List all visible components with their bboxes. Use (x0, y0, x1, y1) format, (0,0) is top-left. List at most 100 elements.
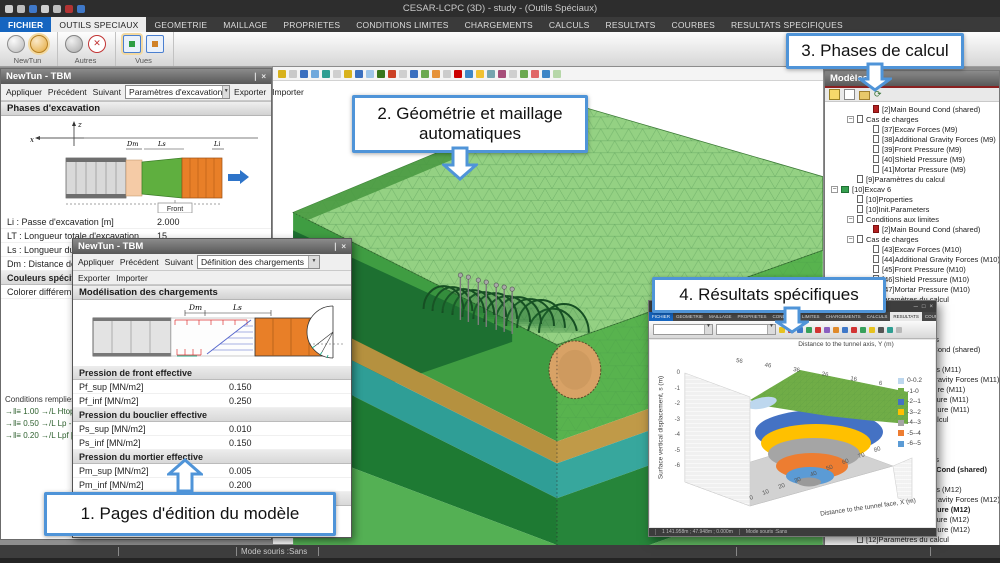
view-toolbar-icon[interactable] (542, 70, 550, 78)
view-toolbar-icon[interactable] (454, 70, 462, 78)
newtun-tool-icon[interactable] (30, 35, 48, 53)
quick-access-icon[interactable] (17, 5, 25, 13)
pressure-row[interactable]: Pf_inf [MN/m2] 0.250 (73, 394, 351, 408)
export-button[interactable]: Exporter (76, 273, 112, 283)
results-menu-tab[interactable]: CALCULS (864, 312, 891, 321)
view-toolbar-icon[interactable] (410, 70, 418, 78)
view-toolbar-icon[interactable] (432, 70, 440, 78)
dialog-title-bar[interactable]: NewTun - TBM ∣× (73, 239, 351, 254)
view-toolbar-icon[interactable] (333, 70, 341, 78)
menu-tab[interactable]: CALCULS (541, 17, 598, 32)
results-menu-tab[interactable]: RESULTATS (890, 312, 922, 321)
results-toolbar-icon[interactable] (878, 327, 884, 333)
tree-item[interactable]: [41]Mortar Pressure (M9) (825, 164, 999, 174)
view-toolbar-icon[interactable] (300, 70, 308, 78)
chevron-down-icon[interactable] (308, 256, 319, 268)
view-tool-icon[interactable] (123, 35, 141, 53)
quick-access-icon[interactable] (29, 5, 37, 13)
results-toolbar-icon[interactable] (896, 327, 902, 333)
pressure-row[interactable]: Pression du mortier effective (73, 450, 351, 464)
chevron-down-icon[interactable] (767, 325, 775, 334)
pressure-row[interactable]: Pression de front effective (73, 366, 351, 380)
results-menu-tab[interactable]: CHARGEMENTS (823, 312, 864, 321)
view-toolbar-icon[interactable] (344, 70, 352, 78)
view-toolbar-icon[interactable] (553, 70, 561, 78)
view-toolbar-icon[interactable] (487, 70, 495, 78)
window-button[interactable]: × (929, 304, 933, 310)
menu-tab[interactable]: OUTILS SPECIAUX (51, 17, 146, 32)
newtun-tool-icon[interactable] (7, 35, 25, 53)
previous-button[interactable]: Précédent (118, 257, 161, 267)
view-toolbar-icon[interactable] (322, 70, 330, 78)
view-toolbar-icon[interactable] (476, 70, 484, 78)
tree-item[interactable]: [38]Additional Gravity Forces (M9) (825, 134, 999, 144)
chevron-down-icon[interactable] (704, 325, 712, 334)
folder-icon[interactable] (859, 91, 870, 100)
panel-title-bar[interactable]: NewTun - TBM ∣× (1, 69, 271, 84)
collapse-icon[interactable] (847, 116, 854, 123)
view-toolbar-icon[interactable] (289, 70, 297, 78)
page-select-combo[interactable]: Paramètres d'excavation (125, 85, 230, 99)
view-toolbar-icon[interactable] (421, 70, 429, 78)
page-select-combo[interactable]: Définition des chargements (197, 255, 320, 269)
tree-item[interactable]: [9]Paramètres du calcul (825, 174, 999, 184)
next-button[interactable]: Suivant (91, 87, 123, 97)
close-icon[interactable]: × (341, 242, 346, 251)
pin-icon[interactable]: ∣ (253, 72, 257, 81)
menu-tab[interactable]: MAILLAGE (215, 17, 275, 32)
tree-item[interactable]: [2]Main Bound Cond (shared) (825, 224, 999, 234)
view-toolbar-icon[interactable] (366, 70, 374, 78)
pressure-row[interactable]: Pression du bouclier effective (73, 408, 351, 422)
results-toolbar-icon[interactable] (887, 327, 893, 333)
view-toolbar-icon[interactable] (355, 70, 363, 78)
menu-tab[interactable]: COURBES (664, 17, 723, 32)
tree-item[interactable]: [39]Front Pressure (M9) (825, 144, 999, 154)
view-toolbar-icon[interactable] (509, 70, 517, 78)
tree-item[interactable]: [44]Additional Gravity Forces (M10) (825, 254, 999, 264)
results-menu-tab[interactable]: GEOMETRIE (673, 312, 706, 321)
results-toolbar-icon[interactable] (860, 327, 866, 333)
quick-access-icon[interactable] (5, 5, 13, 13)
results-toolbar-icon[interactable] (842, 327, 848, 333)
import-button[interactable]: Importer (114, 273, 150, 283)
menu-tab[interactable]: CONDITIONS LIMITES (348, 17, 456, 32)
export-button[interactable]: Exporter (232, 87, 268, 97)
tree-item[interactable]: [37]Excav Forces (M9) (825, 124, 999, 134)
autres-tool-icon[interactable] (65, 35, 83, 53)
parameter-row[interactable]: Li : Passe d'excavation [m] 2.000 (1, 215, 271, 229)
quick-access-icon[interactable] (53, 5, 61, 13)
view-toolbar-icon[interactable] (520, 70, 528, 78)
tree-item[interactable]: Conditions aux limites (825, 214, 999, 224)
results-menu-tab[interactable]: MAILLAGE (706, 312, 735, 321)
view-toolbar-icon[interactable] (311, 70, 319, 78)
view-toolbar-icon[interactable] (465, 70, 473, 78)
pressure-row[interactable]: Pm_sup [MN/m2] 0.005 (73, 464, 351, 478)
apply-button[interactable]: Appliquer (4, 87, 44, 97)
view-toolbar-icon[interactable] (531, 70, 539, 78)
previous-button[interactable]: Précédent (46, 87, 89, 97)
view-toolbar-icon[interactable] (388, 70, 396, 78)
menu-tab[interactable]: GEOMETRIE (146, 17, 215, 32)
tree-item[interactable]: Cas de charges (825, 114, 999, 124)
view-toolbar-icon[interactable] (377, 70, 385, 78)
tree-item[interactable]: [10]Excav 6 (825, 184, 999, 194)
close-icon[interactable]: × (261, 72, 266, 81)
results-toolbar-icon[interactable] (851, 327, 857, 333)
tree-item[interactable]: Cas de charges (825, 234, 999, 244)
view-toolbar-icon[interactable] (399, 70, 407, 78)
tree-item[interactable]: [2]Main Bound Cond (shared) (825, 104, 999, 114)
pressure-row[interactable]: Ps_inf [MN/m2] 0.150 (73, 436, 351, 450)
menu-tab[interactable]: CHARGEMENTS (457, 17, 541, 32)
results-toolbar-icon[interactable] (824, 327, 830, 333)
menu-tab[interactable]: PROPRIETES (275, 17, 348, 32)
new-document-icon[interactable] (829, 89, 840, 100)
view-toolbar-icon[interactable] (278, 70, 286, 78)
import-button[interactable]: Importer (270, 87, 306, 97)
view-tool-icon[interactable] (146, 35, 164, 53)
pressure-row[interactable]: Ps_sup [MN/m2] 0.010 (73, 422, 351, 436)
menu-tab[interactable]: FICHIER (0, 17, 51, 32)
quick-access-icon[interactable] (77, 5, 85, 13)
results-toolbar-icon[interactable] (833, 327, 839, 333)
result-select-combo[interactable] (653, 324, 713, 335)
pressure-row[interactable]: Pf_sup [MN/m2] 0.150 (73, 380, 351, 394)
